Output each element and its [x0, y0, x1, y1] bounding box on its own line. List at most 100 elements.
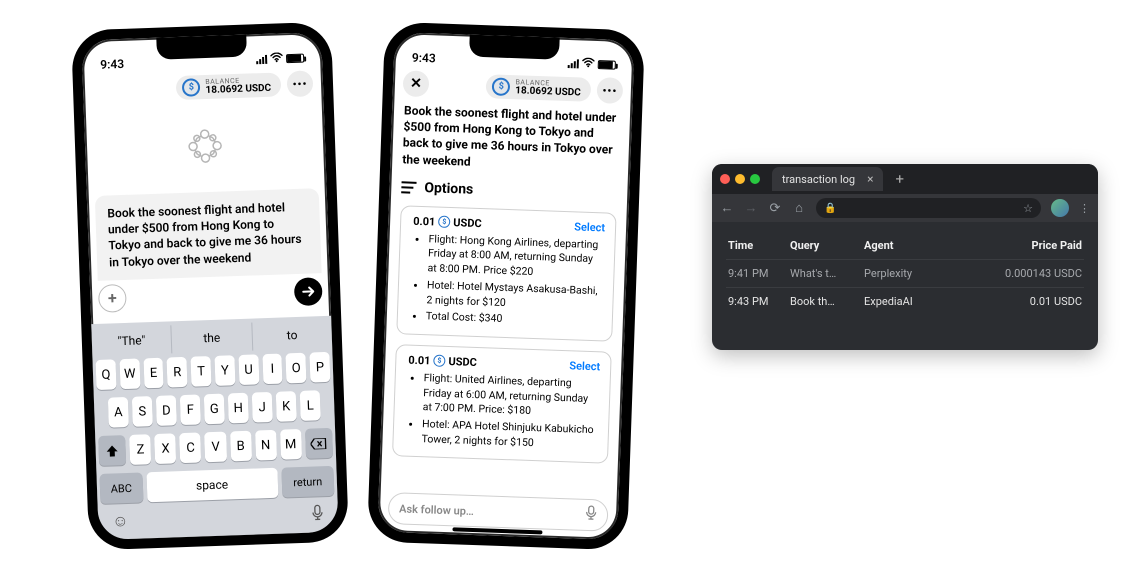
abc-key[interactable]: ABC	[99, 472, 143, 503]
balance-pill[interactable]: BALANCE 18.0692 USDC	[176, 72, 281, 100]
mic-icon[interactable]	[585, 505, 598, 525]
list-icon	[401, 181, 416, 194]
key[interactable]: U	[238, 354, 259, 385]
usdc-icon	[182, 78, 201, 97]
emoji-icon[interactable]: ☺	[112, 511, 129, 533]
option-card: 0.01 USDC Select Flight: Hong Kong Airli…	[396, 205, 616, 342]
query-text: Book the soonest flight and hotel under …	[107, 200, 302, 269]
add-button[interactable]: +	[98, 284, 127, 313]
back-icon[interactable]: ←	[720, 200, 734, 216]
key[interactable]: J	[252, 392, 273, 423]
balance-pill[interactable]: BALANCE 18.0692 USDC	[486, 74, 591, 102]
col-agent: Agent	[864, 239, 976, 252]
key[interactable]: P	[310, 352, 331, 383]
key[interactable]: X	[155, 433, 177, 464]
balance-value: 18.0692 USDC	[205, 83, 271, 95]
query-input-card[interactable]: Book the soonest flight and hotel under …	[95, 188, 322, 281]
key[interactable]: W	[119, 359, 140, 390]
close-tab-icon[interactable]: ×	[867, 172, 873, 186]
cellular-icon	[568, 59, 579, 68]
key[interactable]: O	[286, 353, 307, 384]
balance-value: 18.0692 USDC	[515, 86, 581, 98]
key[interactable]: G	[204, 394, 225, 425]
table-row[interactable]: 9:41 PM What's t… Perplexity 0.000143 US…	[726, 259, 1084, 287]
wifi-icon	[582, 57, 595, 71]
key[interactable]: S	[132, 396, 153, 427]
key[interactable]: K	[276, 391, 297, 422]
key[interactable]: C	[180, 432, 202, 463]
options-label: Options	[424, 180, 473, 198]
key[interactable]: Z	[129, 434, 151, 465]
send-button[interactable]	[294, 277, 323, 306]
kb-suggestion[interactable]: the	[171, 323, 252, 354]
reload-icon[interactable]: ⟳	[768, 201, 782, 216]
followup-input[interactable]: Ask follow up…	[388, 492, 609, 532]
key[interactable]: T	[191, 356, 212, 387]
wifi-icon	[270, 51, 283, 65]
key[interactable]: L	[300, 390, 321, 421]
key[interactable]: D	[156, 395, 177, 426]
address-bar[interactable]: 🔒 ☆	[816, 198, 1041, 218]
more-button[interactable]: •••	[596, 77, 623, 104]
shift-key[interactable]	[98, 435, 126, 466]
close-button[interactable]: ✕	[403, 70, 430, 97]
chrome-tab-strip: transaction log × +	[712, 164, 1098, 194]
return-key[interactable]: return	[281, 466, 334, 498]
key[interactable]: R	[167, 357, 188, 388]
forward-icon[interactable]: →	[744, 200, 758, 216]
status-icons	[256, 51, 304, 67]
option-price: 0.01 USDC	[413, 214, 482, 229]
battery-icon	[286, 53, 304, 63]
transaction-table: Time Query Agent Price Paid 9:41 PM What…	[712, 222, 1098, 315]
usdc-icon	[438, 216, 450, 228]
status-icons	[568, 56, 616, 72]
browser-window: transaction log × + ← → ⟳ ⌂ 🔒 ☆ ⋮ Time Q…	[712, 164, 1098, 350]
status-time: 9:43	[100, 57, 124, 72]
col-price: Price Paid	[982, 239, 1082, 252]
cellular-icon	[256, 54, 267, 63]
key[interactable]: I	[262, 354, 283, 385]
key[interactable]: N	[255, 430, 277, 461]
browser-tab[interactable]: transaction log ×	[772, 167, 883, 191]
col-query: Query	[790, 239, 858, 252]
option-card: 0.01 USDC Select Flight: United Airlines…	[392, 344, 612, 464]
minimize-icon[interactable]	[735, 174, 745, 184]
backspace-key[interactable]	[305, 428, 333, 459]
close-icon[interactable]	[720, 174, 730, 184]
mic-icon[interactable]	[311, 504, 325, 525]
select-button[interactable]: Select	[569, 359, 600, 373]
new-tab-button[interactable]: +	[895, 170, 904, 188]
home-icon[interactable]: ⌂	[792, 200, 806, 216]
key[interactable]: Q	[96, 359, 117, 390]
key[interactable]: E	[143, 358, 164, 389]
select-button[interactable]: Select	[574, 220, 605, 234]
usdc-icon	[433, 355, 445, 367]
kb-suggestion[interactable]: "The"	[91, 325, 171, 356]
kb-suggestion[interactable]: to	[251, 320, 332, 351]
battery-icon	[598, 60, 616, 70]
more-button[interactable]: •••	[287, 70, 314, 97]
key[interactable]: B	[230, 431, 252, 462]
table-row[interactable]: 9:43 PM Book th… ExpediaAI 0.01 USDC	[726, 287, 1084, 315]
col-time: Time	[728, 239, 784, 252]
bookmark-icon[interactable]: ☆	[1023, 202, 1033, 215]
option-price: 0.01 USDC	[408, 354, 477, 369]
submitted-query: Book the soonest flight and hotel under …	[402, 102, 620, 174]
followup-placeholder: Ask follow up…	[399, 502, 474, 518]
space-key[interactable]: space	[146, 468, 278, 503]
maximize-icon[interactable]	[750, 174, 760, 184]
key[interactable]: A	[108, 397, 129, 428]
profile-avatar[interactable]	[1051, 199, 1069, 217]
key[interactable]: H	[228, 393, 249, 424]
chrome-toolbar: ← → ⟳ ⌂ 🔒 ☆ ⋮	[712, 194, 1098, 222]
status-time: 9:43	[412, 51, 436, 66]
lock-icon: 🔒	[824, 203, 836, 214]
menu-icon[interactable]: ⋮	[1079, 202, 1090, 215]
key[interactable]: Y	[214, 355, 235, 386]
option-details: Flight: Hong Kong Airlines, departing Fr…	[410, 231, 605, 330]
key[interactable]: M	[280, 429, 302, 460]
key[interactable]: V	[205, 432, 227, 463]
phone-left: 9:43 BALANCE 18.0692 USDC •••	[71, 22, 349, 551]
key[interactable]: F	[180, 394, 201, 425]
usdc-icon	[492, 77, 511, 96]
